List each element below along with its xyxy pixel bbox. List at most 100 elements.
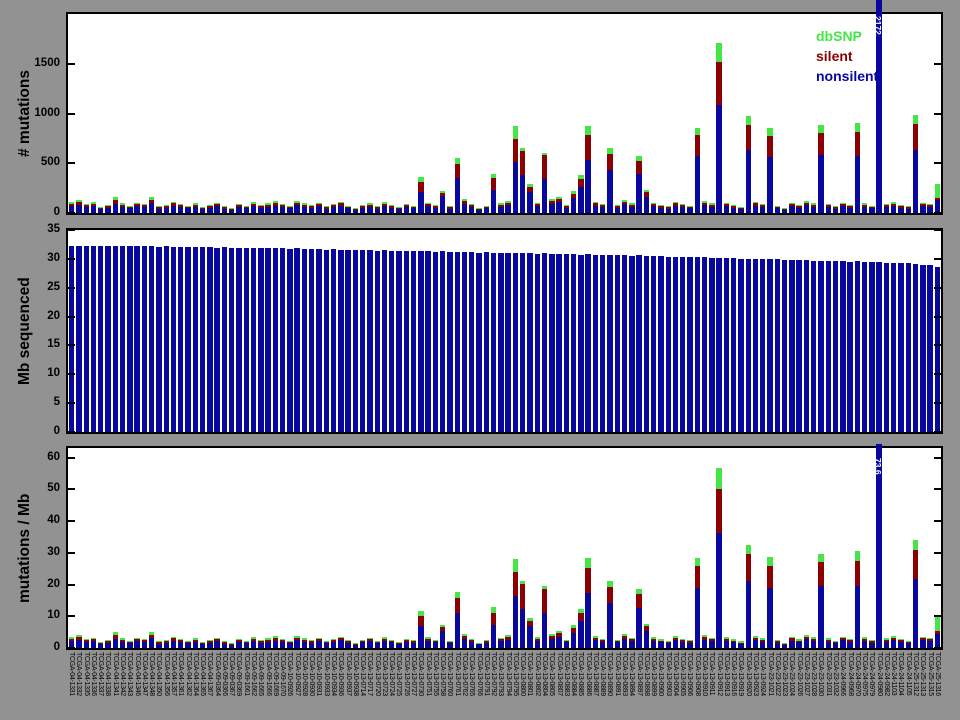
bar-segment-silent <box>644 626 649 631</box>
bar-segment-silent <box>418 616 423 626</box>
bar-segment-nonsilent <box>229 210 234 213</box>
bar-segment-Mb sequenced <box>753 259 758 432</box>
bar-segment-dbSNP <box>251 637 256 639</box>
bar-segment-silent <box>629 205 634 207</box>
bar-segment-nonsilent <box>767 157 772 213</box>
bar-segment-nonsilent <box>804 639 809 648</box>
bar-segment-Mb sequenced <box>476 253 481 432</box>
bar-segment-nonsilent <box>920 206 925 213</box>
bar-segment-silent <box>222 642 227 643</box>
bar-segment-Mb sequenced <box>207 247 212 432</box>
x-tick-label: TCGA-24-0979 <box>868 652 875 696</box>
bar-segment-silent <box>585 568 590 594</box>
bar-segment-nonsilent <box>324 643 329 648</box>
legend: dbSNP silent nonsilent <box>816 26 878 86</box>
bar-segment-Mb sequenced <box>134 246 139 432</box>
bar-segment-silent <box>200 208 205 209</box>
bar-segment-nonsilent <box>571 633 576 648</box>
legend-item-dbsnp: dbSNP <box>816 26 878 46</box>
bar-segment-nonsilent <box>724 206 729 213</box>
bar-segment-dbSNP <box>629 203 634 204</box>
x-tick-label: TCGA-23-1024 <box>788 652 795 696</box>
bar-segment-silent <box>229 209 234 210</box>
bar-segment-dbSNP <box>716 468 721 488</box>
bar-segment-dbSNP <box>200 642 205 643</box>
bar-segment-nonsilent <box>345 643 350 648</box>
bar-segment-nonsilent <box>847 642 852 648</box>
bar-segment-dbSNP <box>775 206 780 207</box>
bar-segment-Mb sequenced <box>127 246 132 432</box>
bar-segment-silent <box>273 638 278 640</box>
bar-segment-Mb sequenced <box>367 250 372 432</box>
bar-segment-dbSNP <box>273 636 278 638</box>
x-tick-label: TCGA-13-0794 <box>505 652 512 696</box>
bar-segment-Mb sequenced <box>607 255 612 432</box>
bar-segment-silent <box>447 642 452 643</box>
bar-segment-dbSNP <box>127 206 132 207</box>
bar-segment-dbSNP <box>164 205 169 206</box>
bar-segment-silent <box>607 154 612 170</box>
bar-segment-dbSNP <box>571 625 576 628</box>
bar-segment-Mb sequenced <box>527 253 532 432</box>
bar-segment-silent <box>425 639 430 641</box>
bar-segment-Mb sequenced <box>418 251 423 432</box>
x-tick-label: TCGA-13-0717 <box>366 652 373 696</box>
bar-segment-silent <box>666 207 671 208</box>
x-tick-label: TCGA-13-0924 <box>759 652 766 696</box>
bar-segment-Mb sequenced <box>433 252 438 432</box>
bar-segment-dbSNP <box>796 639 801 640</box>
bar-segment-silent <box>316 204 321 206</box>
bar-segment-silent <box>331 640 336 642</box>
bar-segment-dbSNP <box>309 205 314 206</box>
bar-segment-dbSNP <box>884 204 889 205</box>
bar-segment-dbSNP <box>353 643 358 644</box>
bar-segment-dbSNP <box>98 642 103 643</box>
bar-segment-nonsilent <box>309 643 314 648</box>
x-tick-label: TCGA-09-1670 <box>279 652 286 696</box>
bar-segment-silent <box>702 203 707 205</box>
bar-segment-silent <box>636 594 641 607</box>
bar-segment-dbSNP <box>244 206 249 207</box>
bar-segment-dbSNP <box>440 625 445 627</box>
bar-segment-Mb sequenced <box>91 246 96 432</box>
y-tick <box>934 258 941 260</box>
bar-segment-dbSNP <box>105 205 110 206</box>
bar-segment-silent <box>709 639 714 641</box>
y-tick <box>934 229 941 231</box>
bar-segment-dbSNP <box>520 148 525 151</box>
bar-segment-Mb sequenced <box>840 261 845 432</box>
y-tick <box>934 431 941 433</box>
bar-segment-silent <box>91 204 96 206</box>
bar-segment-dbSNP <box>673 636 678 638</box>
bar-segment-nonsilent <box>84 207 89 213</box>
bar-segment-silent <box>833 207 838 208</box>
y-tick <box>68 113 75 115</box>
x-tick-label: TCGA-13-0726 <box>403 652 410 696</box>
bar-segment-dbSNP <box>920 637 925 639</box>
bar-segment-silent <box>527 187 532 192</box>
bar-segment-dbSNP <box>498 203 503 204</box>
bar-segment-dbSNP <box>280 204 285 205</box>
bar-segment-nonsilent <box>651 641 656 648</box>
bar-segment-dbSNP <box>316 203 321 204</box>
x-tick-label: TCGA-13-0885 <box>577 652 584 696</box>
bar-segment-nonsilent <box>622 204 627 213</box>
bar-segment-dbSNP <box>578 609 583 613</box>
bar-segment-Mb sequenced <box>680 257 685 432</box>
bar-segment-silent <box>287 207 292 208</box>
bar-segment-dbSNP <box>535 203 540 204</box>
bar-segment-dbSNP <box>862 203 867 204</box>
bar-segment-silent <box>498 639 503 641</box>
bar-segment-dbSNP <box>142 204 147 205</box>
bar-segment-dbSNP <box>105 640 110 641</box>
bar-segment-dbSNP <box>236 204 241 205</box>
bar-segment-dbSNP <box>651 203 656 204</box>
bar-segment-nonsilent <box>185 208 190 213</box>
bar-segment-nonsilent <box>244 643 249 648</box>
bar-segment-dbSNP <box>527 618 532 621</box>
bar-segment-Mb sequenced <box>811 261 816 432</box>
y-tick <box>934 316 941 318</box>
bar-segment-silent <box>796 206 801 207</box>
bar-segment-silent <box>76 637 81 639</box>
bar-segment-nonsilent <box>476 210 481 213</box>
